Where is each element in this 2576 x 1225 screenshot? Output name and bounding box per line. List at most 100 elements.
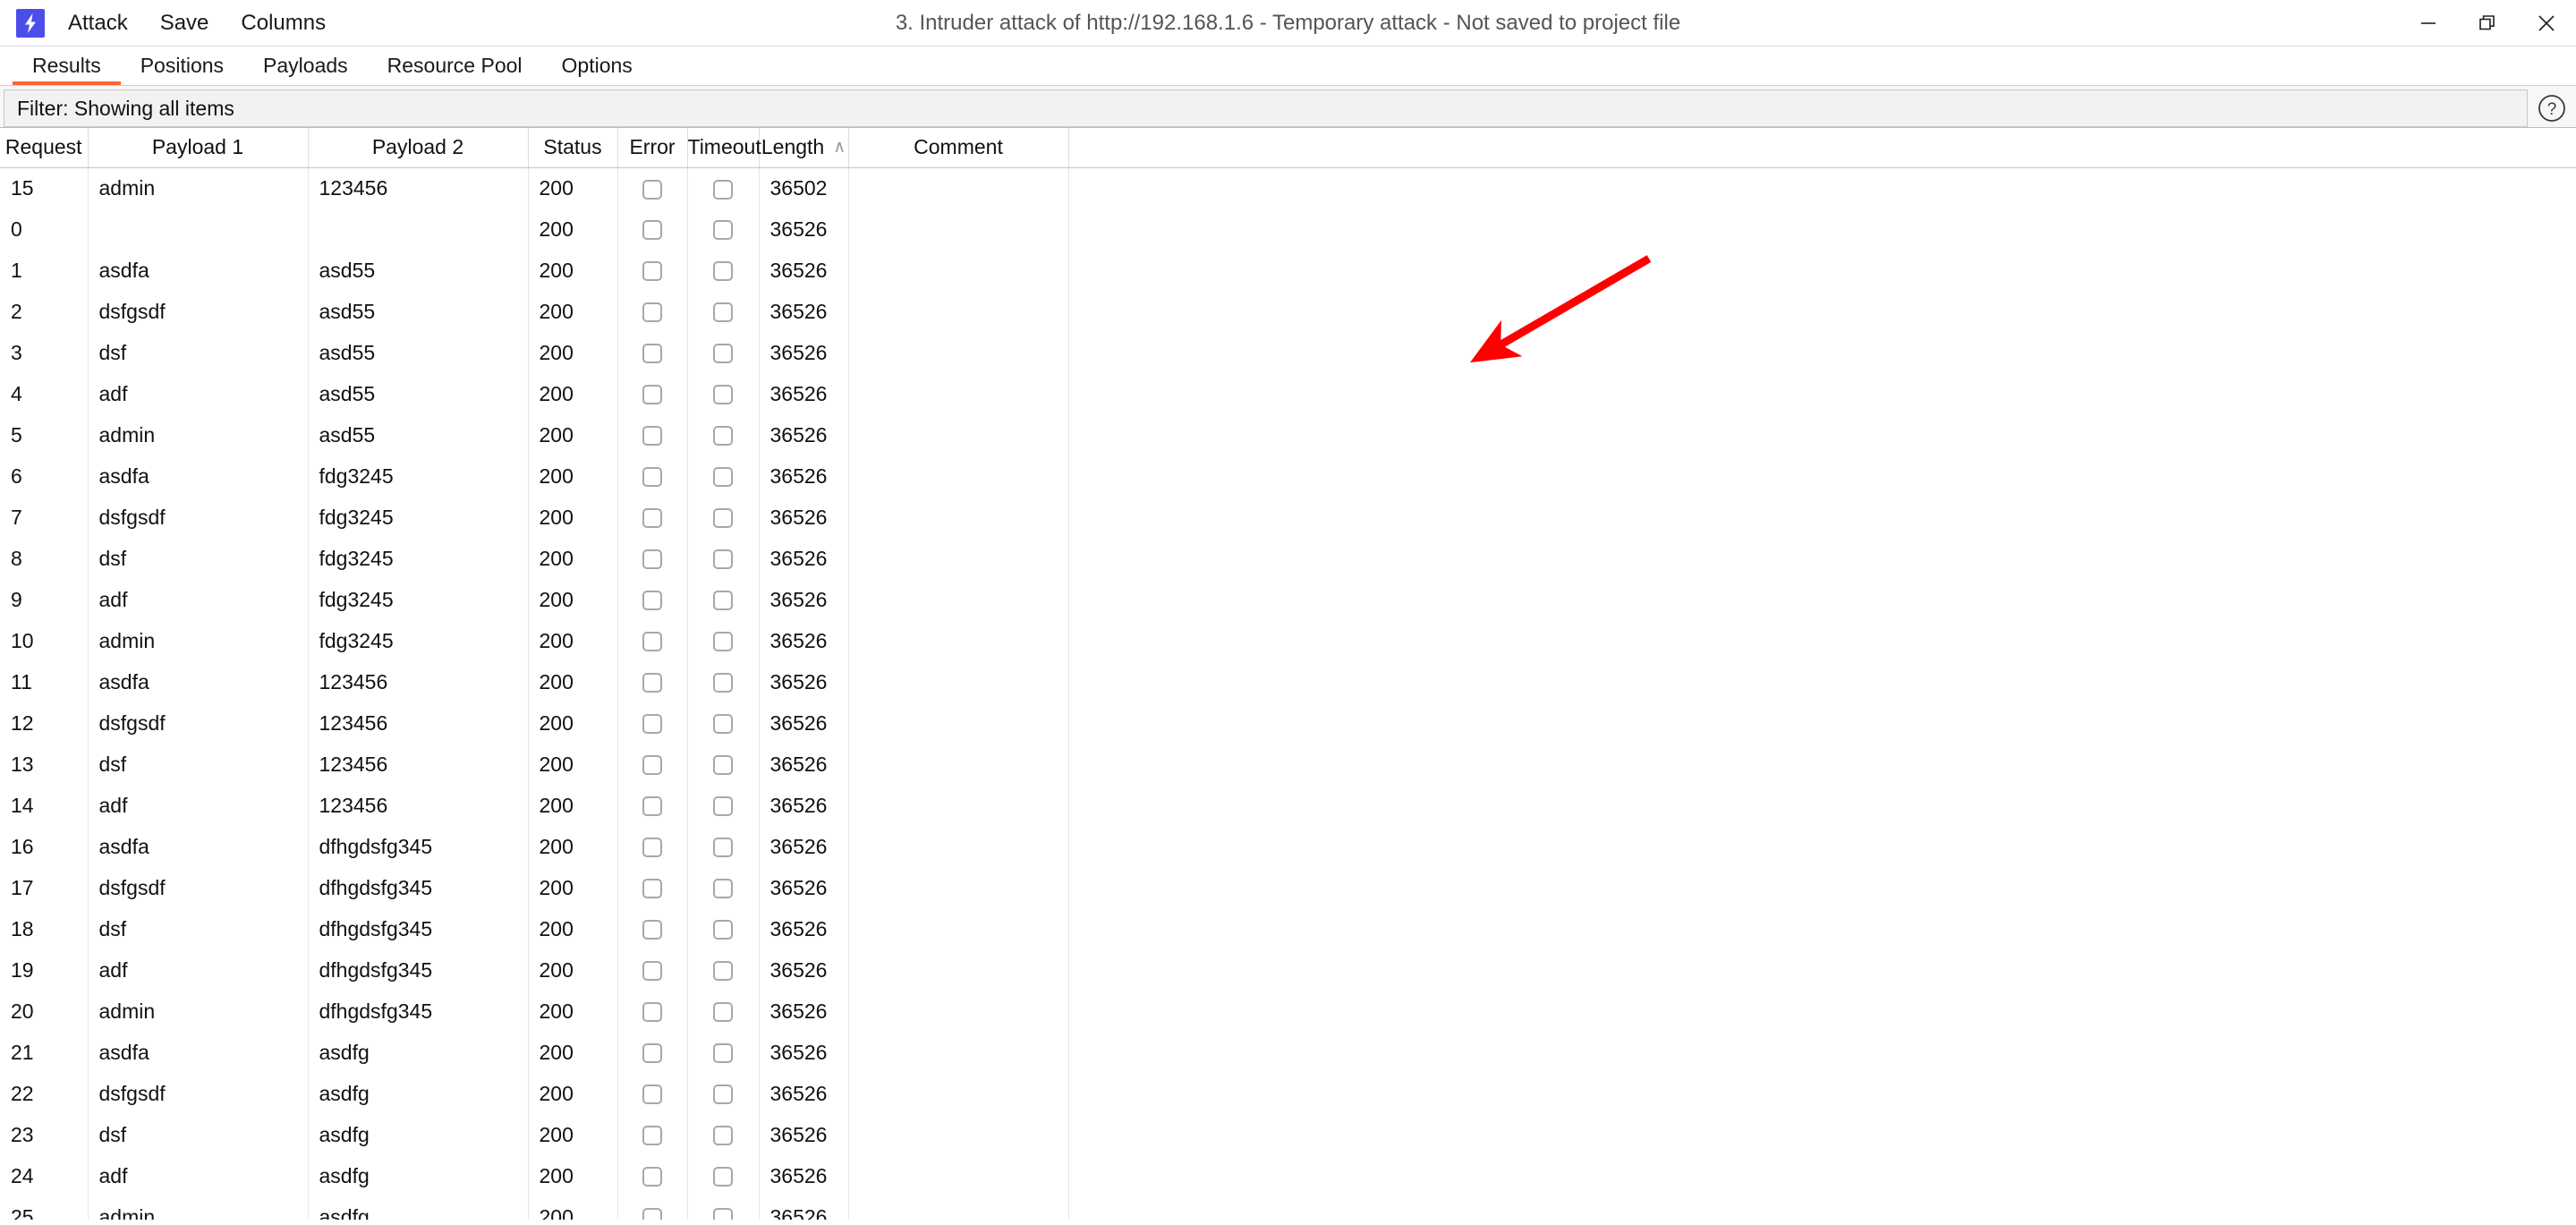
- timeout-checkbox[interactable]: [713, 302, 733, 322]
- table-row[interactable]: 1asdfaasd5520036526: [0, 250, 2576, 291]
- timeout-checkbox[interactable]: [713, 1085, 733, 1104]
- table-row[interactable]: 17dsfgsdfdfhgdsfg34520036526: [0, 867, 2576, 908]
- column-header-status[interactable]: Status: [528, 128, 617, 167]
- timeout-checkbox[interactable]: [713, 961, 733, 981]
- table-row[interactable]: 13dsf12345620036526: [0, 744, 2576, 785]
- error-checkbox[interactable]: [642, 1126, 662, 1145]
- table-row[interactable]: 8dsffdg324520036526: [0, 538, 2576, 579]
- error-checkbox[interactable]: [642, 879, 662, 898]
- timeout-checkbox[interactable]: [713, 180, 733, 200]
- table-row[interactable]: 20admindfhgdsfg34520036526: [0, 991, 2576, 1032]
- menu-item-columns[interactable]: Columns: [241, 11, 326, 36]
- timeout-checkbox[interactable]: [713, 879, 733, 898]
- error-checkbox[interactable]: [642, 467, 662, 487]
- table-row[interactable]: 21asdfaasdfg20036526: [0, 1032, 2576, 1073]
- table-row[interactable]: 6asdfafdg324520036526: [0, 455, 2576, 497]
- timeout-checkbox[interactable]: [713, 920, 733, 940]
- error-checkbox[interactable]: [642, 261, 662, 281]
- filter-toggle[interactable]: Filter: Showing all items: [4, 89, 2528, 127]
- timeout-checkbox[interactable]: [713, 1208, 733, 1220]
- timeout-checkbox[interactable]: [713, 508, 733, 528]
- error-checkbox[interactable]: [642, 549, 662, 569]
- question-mark-circle-icon[interactable]: ?: [2528, 89, 2576, 127]
- error-checkbox[interactable]: [642, 838, 662, 857]
- timeout-checkbox[interactable]: [713, 426, 733, 446]
- error-checkbox[interactable]: [642, 344, 662, 363]
- error-checkbox[interactable]: [642, 426, 662, 446]
- error-checkbox[interactable]: [642, 180, 662, 200]
- menu-item-save[interactable]: Save: [160, 11, 209, 36]
- error-checkbox[interactable]: [642, 796, 662, 816]
- tab-positions[interactable]: Positions: [121, 47, 243, 85]
- table-row[interactable]: 020036526: [0, 208, 2576, 250]
- table-row[interactable]: 3dsfasd5520036526: [0, 332, 2576, 373]
- error-checkbox[interactable]: [642, 1085, 662, 1104]
- timeout-checkbox[interactable]: [713, 220, 733, 240]
- error-checkbox[interactable]: [642, 385, 662, 404]
- timeout-checkbox[interactable]: [713, 838, 733, 857]
- timeout-checkbox[interactable]: [713, 714, 733, 734]
- error-checkbox[interactable]: [642, 1002, 662, 1022]
- timeout-checkbox[interactable]: [713, 1167, 733, 1187]
- error-checkbox[interactable]: [642, 220, 662, 240]
- column-header-length[interactable]: Length∧: [759, 128, 848, 167]
- minimize-icon[interactable]: [2399, 0, 2458, 47]
- column-header-error[interactable]: Error: [617, 128, 687, 167]
- timeout-checkbox[interactable]: [713, 385, 733, 404]
- tab-resource-pool[interactable]: Resource Pool: [368, 47, 542, 85]
- table-row[interactable]: 10adminfdg324520036526: [0, 620, 2576, 661]
- table-row[interactable]: 22dsfgsdfasdfg20036526: [0, 1073, 2576, 1114]
- timeout-checkbox[interactable]: [713, 755, 733, 775]
- timeout-checkbox[interactable]: [713, 1126, 733, 1145]
- tab-options[interactable]: Options: [542, 47, 652, 85]
- timeout-checkbox[interactable]: [713, 1043, 733, 1063]
- timeout-checkbox[interactable]: [713, 632, 733, 651]
- timeout-checkbox[interactable]: [713, 261, 733, 281]
- table-row[interactable]: 24adfasdfg20036526: [0, 1155, 2576, 1196]
- table-row[interactable]: 7dsfgsdffdg324520036526: [0, 497, 2576, 538]
- close-icon[interactable]: [2517, 0, 2576, 47]
- table-row[interactable]: 16asdfadfhgdsfg34520036526: [0, 826, 2576, 867]
- table-row[interactable]: 14adf12345620036526: [0, 785, 2576, 826]
- error-checkbox[interactable]: [642, 1167, 662, 1187]
- error-checkbox[interactable]: [642, 302, 662, 322]
- column-header-request[interactable]: Request: [0, 128, 88, 167]
- table-row[interactable]: 2dsfgsdfasd5520036526: [0, 291, 2576, 332]
- error-checkbox[interactable]: [642, 714, 662, 734]
- table-row[interactable]: 11asdfa12345620036526: [0, 661, 2576, 702]
- error-checkbox[interactable]: [642, 632, 662, 651]
- timeout-checkbox[interactable]: [713, 673, 733, 693]
- timeout-checkbox[interactable]: [713, 1002, 733, 1022]
- table-row[interactable]: 15admin12345620036502: [0, 167, 2576, 208]
- column-header-payload2[interactable]: Payload 2: [308, 128, 528, 167]
- column-header-timeout[interactable]: Timeout: [687, 128, 759, 167]
- timeout-checkbox[interactable]: [713, 344, 733, 363]
- column-header-payload1[interactable]: Payload 1: [88, 128, 308, 167]
- menu-item-attack[interactable]: Attack: [68, 11, 128, 36]
- table-row[interactable]: 25adminasdfg20036526: [0, 1196, 2576, 1220]
- error-checkbox[interactable]: [642, 508, 662, 528]
- table-row[interactable]: 23dsfasdfg20036526: [0, 1114, 2576, 1155]
- error-checkbox[interactable]: [642, 920, 662, 940]
- table-row[interactable]: 5adminasd5520036526: [0, 414, 2576, 455]
- error-checkbox[interactable]: [642, 1043, 662, 1063]
- table-row[interactable]: 19adfdfhgdsfg34520036526: [0, 949, 2576, 991]
- cell-status: 200: [528, 1155, 617, 1196]
- tab-payloads[interactable]: Payloads: [243, 47, 368, 85]
- timeout-checkbox[interactable]: [713, 467, 733, 487]
- table-row[interactable]: 4adfasd5520036526: [0, 373, 2576, 414]
- table-row[interactable]: 12dsfgsdf12345620036526: [0, 702, 2576, 744]
- timeout-checkbox[interactable]: [713, 796, 733, 816]
- tab-results[interactable]: Results: [13, 47, 121, 85]
- error-checkbox[interactable]: [642, 1208, 662, 1220]
- timeout-checkbox[interactable]: [713, 591, 733, 610]
- table-row[interactable]: 9adffdg324520036526: [0, 579, 2576, 620]
- error-checkbox[interactable]: [642, 755, 662, 775]
- error-checkbox[interactable]: [642, 961, 662, 981]
- timeout-checkbox[interactable]: [713, 549, 733, 569]
- restore-icon[interactable]: [2458, 0, 2517, 47]
- error-checkbox[interactable]: [642, 591, 662, 610]
- error-checkbox[interactable]: [642, 673, 662, 693]
- table-row[interactable]: 18dsfdfhgdsfg34520036526: [0, 908, 2576, 949]
- column-header-comment[interactable]: Comment: [848, 128, 1068, 167]
